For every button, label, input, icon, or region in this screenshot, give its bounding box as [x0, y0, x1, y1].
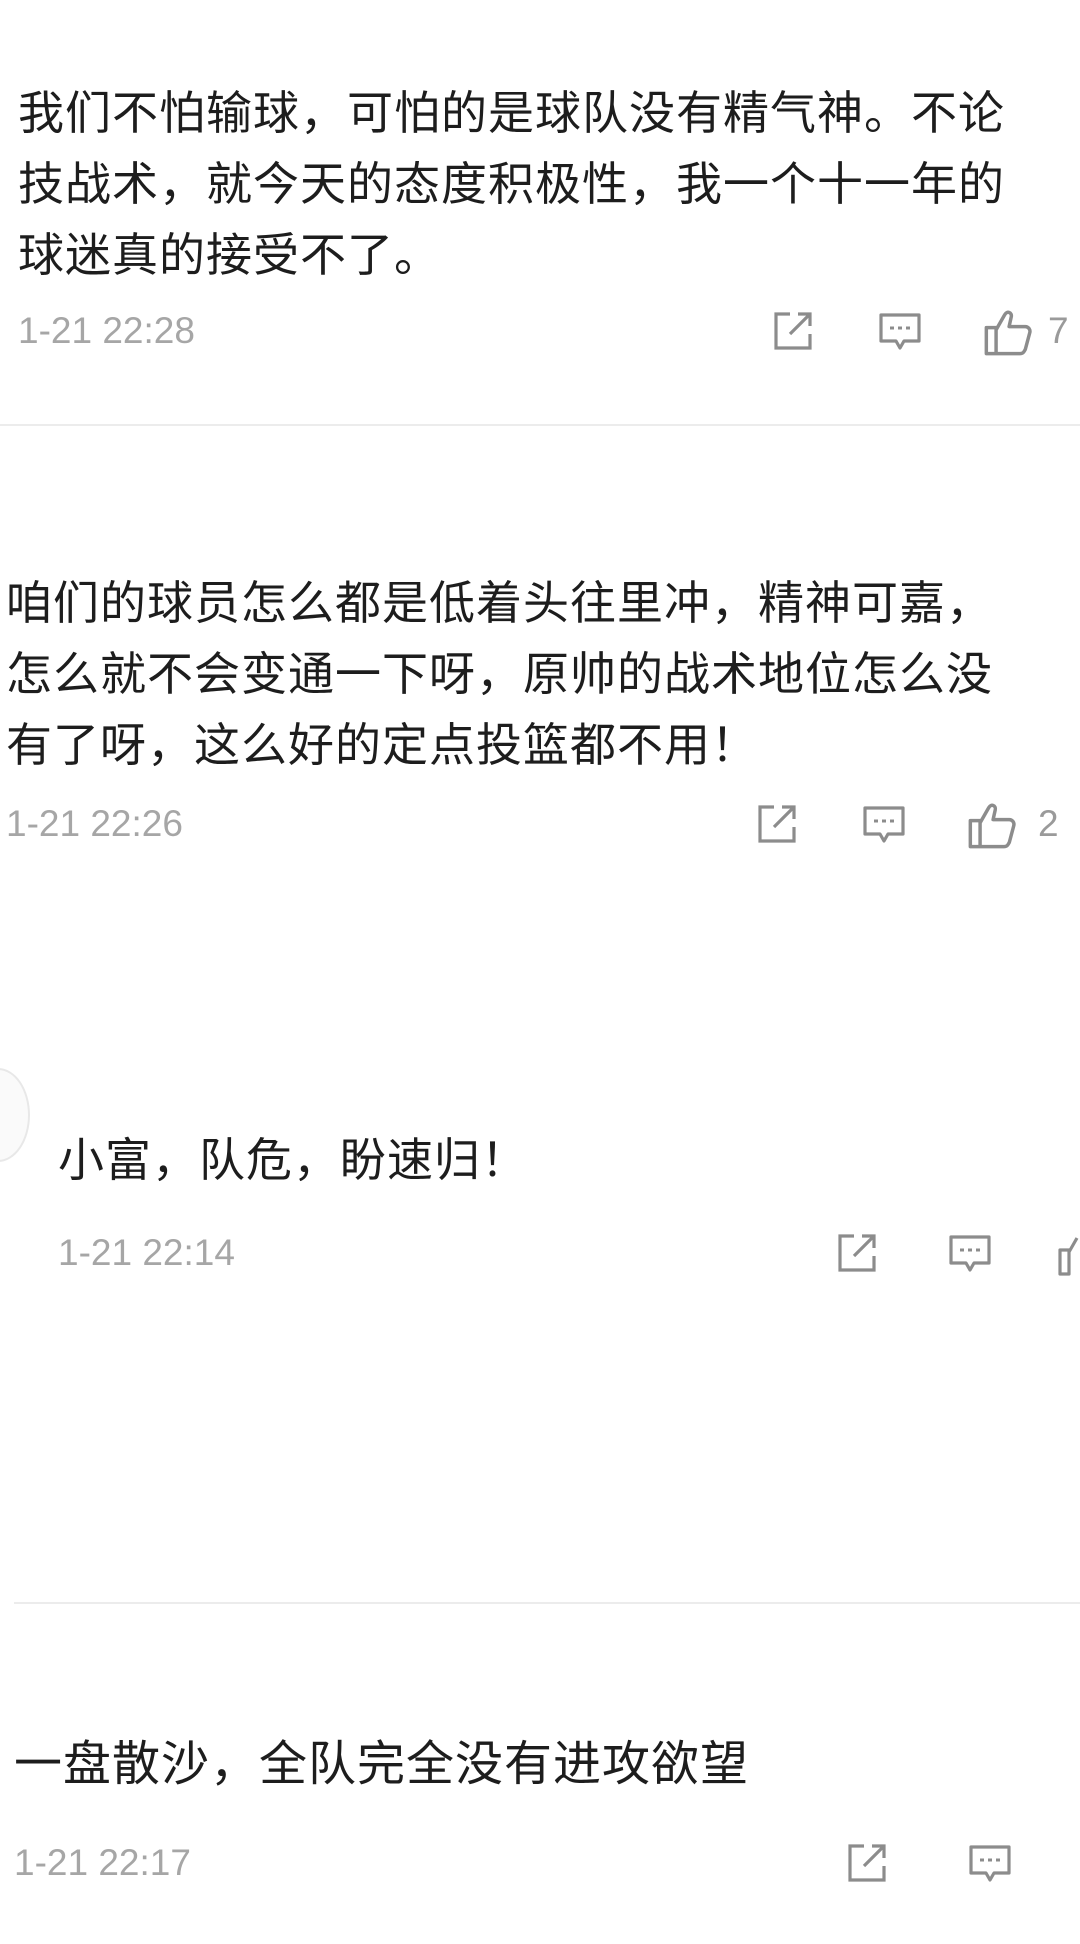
- comment-icon[interactable]: [966, 1840, 1014, 1888]
- comment-time: 1-21 22:14: [58, 1232, 235, 1273]
- share-icon[interactable]: [768, 308, 816, 356]
- comment-text: 我们不怕输球，可怕的是球队没有精气神。不论 技战术，就今天的态度积极性，我一个十…: [18, 86, 1005, 282]
- comment-time: 1-21 22:17: [14, 1842, 191, 1883]
- comment-text: 一盘散沙，全队完全没有进攻欲望: [14, 1736, 750, 1792]
- like-count: 2: [1038, 803, 1059, 844]
- like-count: 7: [1048, 310, 1069, 351]
- share-icon[interactable]: [842, 1840, 890, 1888]
- thumbs-up-icon[interactable]: [1056, 1228, 1080, 1280]
- comment-text: 咱们的球员怎么都是低着头往里冲，精神可嘉， 怎么就不会变通一下呀，原帅的战术地位…: [6, 576, 993, 772]
- divider: [0, 424, 1080, 426]
- share-icon[interactable]: [752, 801, 800, 849]
- thumbs-up-icon[interactable]: [982, 306, 1034, 358]
- share-icon[interactable]: [832, 1230, 880, 1278]
- avatar[interactable]: [0, 1068, 30, 1162]
- comment-icon[interactable]: [860, 801, 908, 849]
- comment-time: 1-21 22:26: [6, 803, 183, 844]
- thumbs-up-icon[interactable]: [966, 799, 1018, 851]
- comment-icon[interactable]: [876, 308, 924, 356]
- comment-time: 1-21 22:28: [18, 310, 195, 351]
- comment-icon[interactable]: [946, 1230, 994, 1278]
- comment-text: 小富，队危，盼速归！: [58, 1133, 528, 1187]
- divider: [14, 1602, 1080, 1604]
